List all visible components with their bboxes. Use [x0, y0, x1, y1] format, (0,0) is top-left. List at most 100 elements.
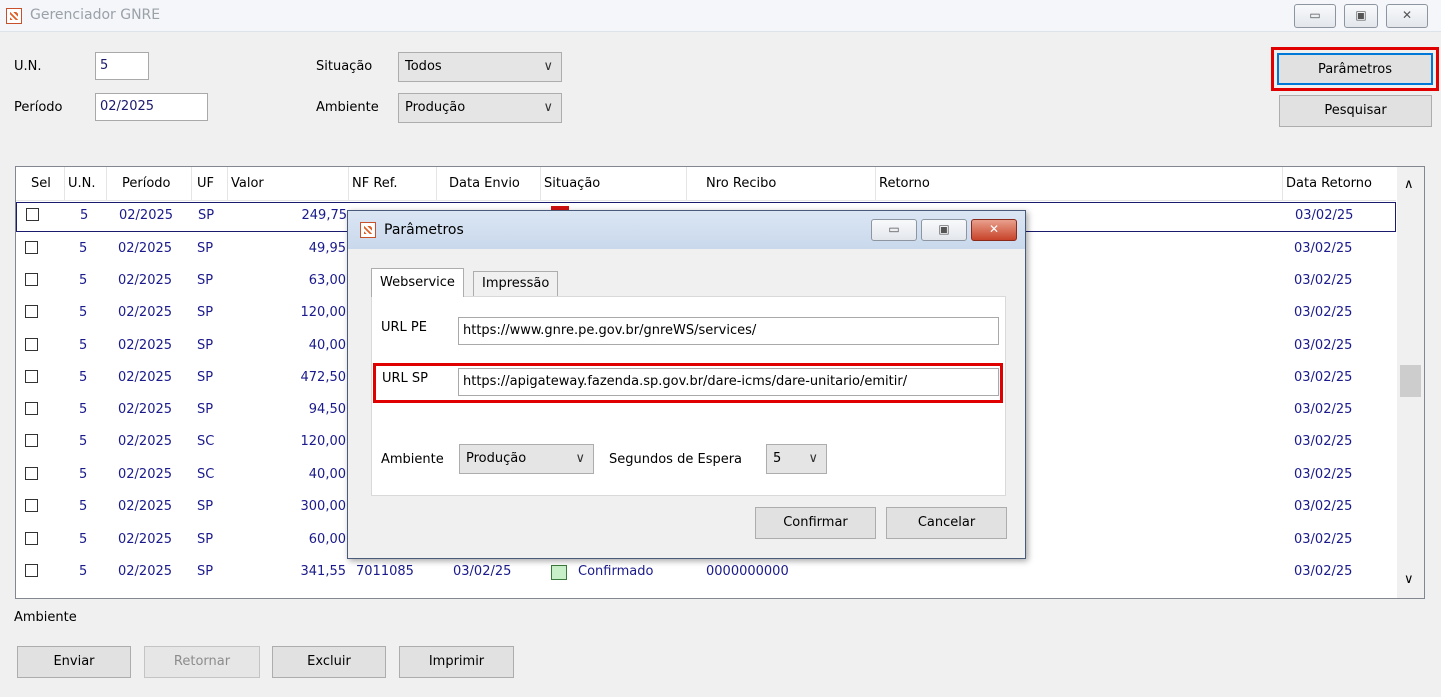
imprimir-button[interactable]: Imprimir [399, 646, 514, 678]
maximize-button[interactable]: ▣ [1344, 4, 1378, 28]
cell-data-retorno: 03/02/25 [1294, 273, 1353, 288]
header-nf-ref[interactable]: NF Ref. [352, 176, 398, 191]
cell-valor: 60,00 [308, 532, 346, 547]
row-checkbox[interactable] [25, 241, 38, 254]
ambiente-label: Ambiente [316, 100, 379, 115]
scroll-thumb[interactable] [1400, 365, 1421, 397]
url-sp-input[interactable]: https://apigateway.fazenda.sp.gov.br/dar… [458, 368, 999, 396]
header-separator [1282, 167, 1283, 201]
cell-periodo: 02/2025 [118, 402, 173, 417]
excluir-button[interactable]: Excluir [272, 646, 386, 678]
tab-webservice[interactable]: Webservice [371, 268, 464, 297]
chevron-down-icon: ∨ [575, 451, 585, 466]
cell-uf: SP [197, 499, 214, 514]
cell-valor: 120,00 [300, 434, 347, 449]
header-separator [191, 167, 192, 201]
dialog-maximize-button[interactable]: ▣ [921, 219, 967, 241]
cell-valor: 94,50 [308, 402, 346, 417]
cell-periodo: 02/2025 [118, 370, 173, 385]
row-checkbox[interactable] [25, 434, 38, 447]
row-checkbox[interactable] [25, 305, 38, 318]
header-situacao[interactable]: Situação [544, 176, 600, 191]
header-uf[interactable]: UF [197, 176, 214, 191]
dialog-minimize-button[interactable]: ▭ [871, 219, 917, 241]
cell-un: 5 [79, 305, 88, 320]
header-valor[interactable]: Valor [231, 176, 264, 191]
cell-nro-recibo: 0000000000 [706, 564, 789, 579]
row-checkbox[interactable] [25, 273, 38, 286]
cell-valor: 300,00 [300, 499, 347, 514]
situacao-label: Situação [316, 59, 373, 74]
cell-situacao: Confirmado [578, 564, 654, 579]
url-pe-input[interactable]: https://www.gnre.pe.gov.br/gnreWS/servic… [458, 317, 999, 345]
cell-uf: SP [197, 402, 214, 417]
header-periodo[interactable]: Período [122, 176, 171, 191]
row-checkbox[interactable] [25, 532, 38, 545]
cell-un: 5 [79, 434, 88, 449]
cell-valor: 40,00 [308, 467, 346, 482]
pesquisar-button[interactable]: Pesquisar [1279, 95, 1432, 127]
cell-data-retorno: 03/02/25 [1294, 305, 1353, 320]
header-retorno[interactable]: Retorno [879, 176, 930, 191]
row-checkbox[interactable] [25, 402, 38, 415]
cell-data-retorno: 03/02/25 [1294, 241, 1353, 256]
cell-data-envio: 03/02/25 [453, 564, 512, 579]
segundos-select[interactable]: 5 ∨ [766, 444, 827, 474]
cell-uf: SP [197, 532, 214, 547]
row-checkbox[interactable] [25, 370, 38, 383]
header-separator [348, 167, 349, 201]
dialog-ambiente-value: Produção [466, 451, 527, 466]
cell-valor: 120,00 [300, 305, 347, 320]
row-checkbox[interactable] [25, 499, 38, 512]
header-nro-recibo[interactable]: Nro Recibo [706, 176, 776, 191]
ambiente-select[interactable]: Produção ∨ [398, 93, 562, 123]
dialog-ambiente-select[interactable]: Produção ∨ [459, 444, 594, 474]
cell-valor: 341,55 [300, 564, 347, 579]
header-separator [227, 167, 228, 201]
parametros-button[interactable]: Parâmetros [1277, 53, 1433, 85]
cell-data-retorno: 03/02/25 [1294, 564, 1353, 579]
cancelar-button[interactable]: Cancelar [886, 507, 1007, 539]
row-checkbox[interactable] [25, 564, 38, 577]
status-indicator [551, 565, 567, 580]
un-input[interactable]: 5 [95, 52, 149, 80]
header-separator [540, 167, 541, 201]
header-sel[interactable]: Sel [31, 176, 51, 191]
segundos-value: 5 [773, 451, 782, 466]
header-data-envio[interactable]: Data Envio [449, 176, 520, 191]
dialog-close-button[interactable]: ✕ [971, 219, 1017, 241]
header-separator [436, 167, 437, 201]
webservice-panel: URL PE https://www.gnre.pe.gov.br/gnreWS… [371, 296, 1006, 496]
close-button[interactable]: ✕ [1386, 4, 1428, 28]
minimize-button[interactable]: ▭ [1294, 4, 1336, 28]
periodo-input[interactable]: 02/2025 [95, 93, 208, 121]
cell-uf: SP [197, 305, 214, 320]
header-data-retorno[interactable]: Data Retorno [1286, 176, 1372, 191]
row-checkbox[interactable] [25, 467, 38, 480]
app-icon [360, 222, 376, 238]
url-pe-label: URL PE [381, 320, 427, 335]
header-separator [686, 167, 687, 201]
cell-valor: 40,00 [308, 338, 346, 353]
header-un[interactable]: U.N. [68, 176, 96, 191]
cell-periodo: 02/2025 [118, 305, 173, 320]
cell-valor: 249,75 [301, 208, 348, 223]
tab-impressao[interactable]: Impressão [473, 271, 559, 296]
cell-un: 5 [79, 273, 88, 288]
row-checkbox[interactable] [25, 338, 38, 351]
situacao-select[interactable]: Todos ∨ [398, 52, 562, 82]
scroll-down-icon[interactable]: ∨ [1404, 572, 1414, 587]
confirmar-button[interactable]: Confirmar [755, 507, 876, 539]
row-checkbox[interactable] [26, 208, 39, 221]
header-separator [64, 167, 65, 201]
retornar-button[interactable]: Retornar [144, 646, 260, 678]
periodo-label: Período [14, 100, 63, 115]
vertical-scrollbar[interactable]: ∧ ∨ [1397, 167, 1424, 598]
enviar-button[interactable]: Enviar [17, 646, 131, 678]
cell-un: 5 [79, 370, 88, 385]
cell-nf-ref: 7011085 [356, 564, 414, 579]
table-row[interactable]: 5 02/2025 SP 341,55 7011085 03/02/25 Con… [16, 557, 1396, 589]
cell-uf: SP [197, 273, 214, 288]
cell-un: 5 [79, 338, 88, 353]
scroll-up-icon[interactable]: ∧ [1404, 177, 1414, 192]
